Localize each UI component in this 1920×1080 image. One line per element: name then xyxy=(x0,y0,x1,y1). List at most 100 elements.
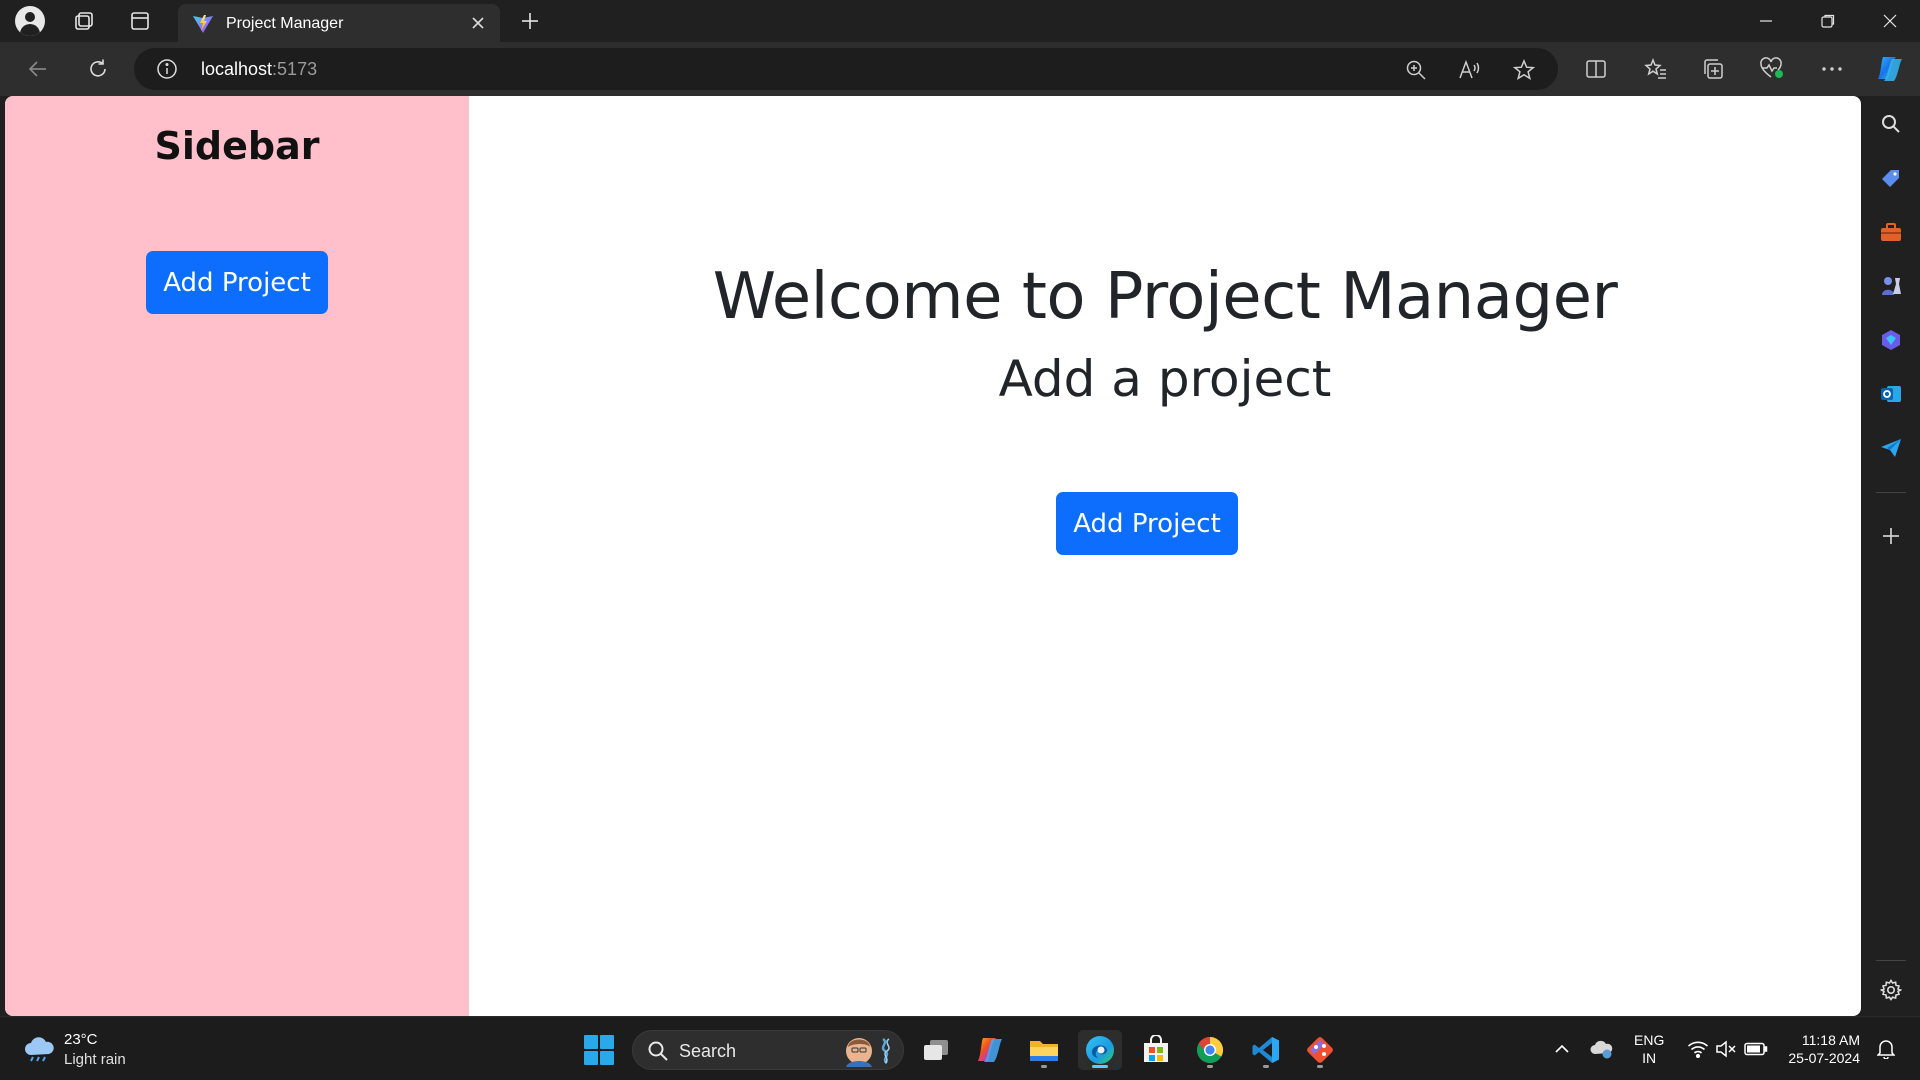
sidebar-shopping-button[interactable] xyxy=(1877,164,1905,192)
battery-button[interactable] xyxy=(1744,1037,1768,1061)
app-sidebar: Sidebar Add Project xyxy=(5,96,469,1016)
speaker-muted-icon xyxy=(1716,1040,1736,1058)
more-icon xyxy=(1822,67,1842,71)
sidebar-outlook-button[interactable] xyxy=(1877,380,1905,408)
chevron-up-icon xyxy=(1555,1044,1569,1053)
taskbar-edge[interactable] xyxy=(1078,1030,1122,1070)
sidebar-search-button[interactable] xyxy=(1877,110,1905,138)
taskbar-chrome[interactable] xyxy=(1188,1030,1232,1070)
region-code: IN xyxy=(1642,1050,1657,1066)
onedrive-button[interactable] xyxy=(1590,1037,1614,1061)
close-window-button[interactable] xyxy=(1860,0,1920,42)
taskbar-clock[interactable]: 11:18 AM 25-07-2024 xyxy=(1784,1031,1860,1067)
workspaces-button[interactable] xyxy=(64,5,104,37)
windows-logo-tile xyxy=(584,1035,598,1049)
running-indicator xyxy=(1207,1065,1213,1068)
tab-project-manager[interactable]: Project Manager xyxy=(178,4,500,42)
taskbar-vscode[interactable] xyxy=(1244,1030,1288,1070)
volume-button[interactable] xyxy=(1714,1037,1738,1061)
windows-logo-tile xyxy=(584,1051,598,1065)
collections-button[interactable] xyxy=(1694,50,1734,88)
workspaces-icon xyxy=(75,12,93,30)
weather-description[interactable]: Light rain xyxy=(64,1051,126,1068)
outlook-icon xyxy=(1881,386,1901,402)
git-icon xyxy=(1307,1037,1333,1063)
tab-title: Project Manager xyxy=(226,15,344,32)
tab-close-button[interactable] xyxy=(466,11,490,35)
copilot-button[interactable] xyxy=(1870,50,1910,88)
copilot-hex-icon xyxy=(1882,330,1900,350)
tag-icon xyxy=(1882,170,1899,187)
taskbar-microsoft-store[interactable] xyxy=(1134,1030,1178,1070)
weather-temperature[interactable]: 23°C xyxy=(64,1031,98,1048)
sidebar-add-button[interactable] xyxy=(1877,522,1905,550)
browser-toolbar: localhost:5173 xyxy=(0,42,1920,96)
windows-logo-tile xyxy=(600,1051,614,1065)
network-button[interactable] xyxy=(1686,1037,1710,1061)
restore-icon xyxy=(1821,14,1835,28)
taskbar-file-explorer[interactable] xyxy=(1022,1030,1066,1070)
read-aloud-icon xyxy=(1459,59,1480,79)
refresh-button[interactable] xyxy=(78,50,118,88)
browser-tab-strip: Project Manager xyxy=(0,0,1920,42)
paper-plane-icon xyxy=(1881,439,1901,457)
star-icon xyxy=(1513,59,1535,81)
search-highlight-icon xyxy=(846,1037,890,1067)
battery-icon xyxy=(1744,1042,1768,1056)
zoom-button[interactable] xyxy=(1402,56,1430,84)
arrow-left-icon xyxy=(28,61,46,77)
sidebar-tools-button[interactable] xyxy=(1877,218,1905,246)
sidebar-settings-button[interactable] xyxy=(1877,976,1905,1004)
profile-button[interactable] xyxy=(10,5,50,37)
minimize-button[interactable] xyxy=(1736,0,1796,42)
collections-icon xyxy=(1704,59,1723,79)
taskbar-copilot[interactable] xyxy=(968,1030,1012,1070)
search-icon xyxy=(1882,115,1900,133)
welcome-heading: Welcome to Project Manager xyxy=(712,260,1618,334)
new-tab-button[interactable] xyxy=(514,5,546,37)
favorites-button[interactable] xyxy=(1636,50,1676,88)
more-options-button[interactable] xyxy=(1812,50,1852,88)
url-port: :5173 xyxy=(272,59,318,79)
input-language-indicator[interactable]: ENG IN xyxy=(1634,1031,1664,1067)
running-indicator xyxy=(1041,1065,1047,1068)
restore-button[interactable] xyxy=(1798,0,1858,42)
site-info-icon[interactable] xyxy=(156,58,178,80)
search-label: Search xyxy=(679,1041,737,1061)
sidebar-divider xyxy=(1876,492,1906,493)
favorite-button[interactable] xyxy=(1510,56,1538,84)
sidebar-send-button[interactable] xyxy=(1877,434,1905,462)
split-screen-button[interactable] xyxy=(1576,50,1616,88)
minimize-icon xyxy=(1760,20,1772,22)
sidebar-games-button[interactable] xyxy=(1877,272,1905,300)
back-button[interactable] xyxy=(18,50,58,88)
browser-essentials-button[interactable] xyxy=(1752,50,1792,88)
start-button[interactable] xyxy=(584,1035,614,1065)
copilot-icon xyxy=(978,1038,1002,1062)
add-project-subheading: Add a project xyxy=(998,350,1332,408)
read-aloud-button[interactable] xyxy=(1456,56,1484,84)
cloud-rain-icon[interactable] xyxy=(22,1035,56,1063)
taskbar-git[interactable] xyxy=(1298,1030,1342,1070)
folder-icon xyxy=(1030,1041,1058,1061)
sidebar-copilot-button[interactable] xyxy=(1877,326,1905,354)
url-text[interactable]: localhost:5173 xyxy=(201,59,317,80)
favorites-list-icon xyxy=(1644,58,1666,79)
close-icon xyxy=(472,17,484,29)
url-host: localhost xyxy=(201,59,273,79)
taskbar-search[interactable]: Search xyxy=(632,1030,904,1070)
notifications-button[interactable] xyxy=(1874,1037,1898,1061)
vertical-tabs-button[interactable] xyxy=(120,5,160,37)
show-hidden-icons-button[interactable] xyxy=(1550,1037,1574,1061)
main-add-project-button[interactable]: Add Project xyxy=(1056,492,1238,555)
plus-icon xyxy=(1883,528,1899,544)
plus-icon xyxy=(522,13,538,29)
address-bar[interactable]: localhost:5173 xyxy=(134,48,1558,90)
sidebar-add-project-button[interactable]: Add Project xyxy=(146,251,328,314)
windows-logo-tile xyxy=(600,1035,614,1049)
taskbar-task-view[interactable] xyxy=(914,1030,958,1070)
vite-favicon-icon xyxy=(193,15,213,33)
chrome-icon xyxy=(1196,1036,1224,1064)
edge-sidebar xyxy=(1862,96,1920,1016)
toolbox-icon xyxy=(1881,223,1901,241)
